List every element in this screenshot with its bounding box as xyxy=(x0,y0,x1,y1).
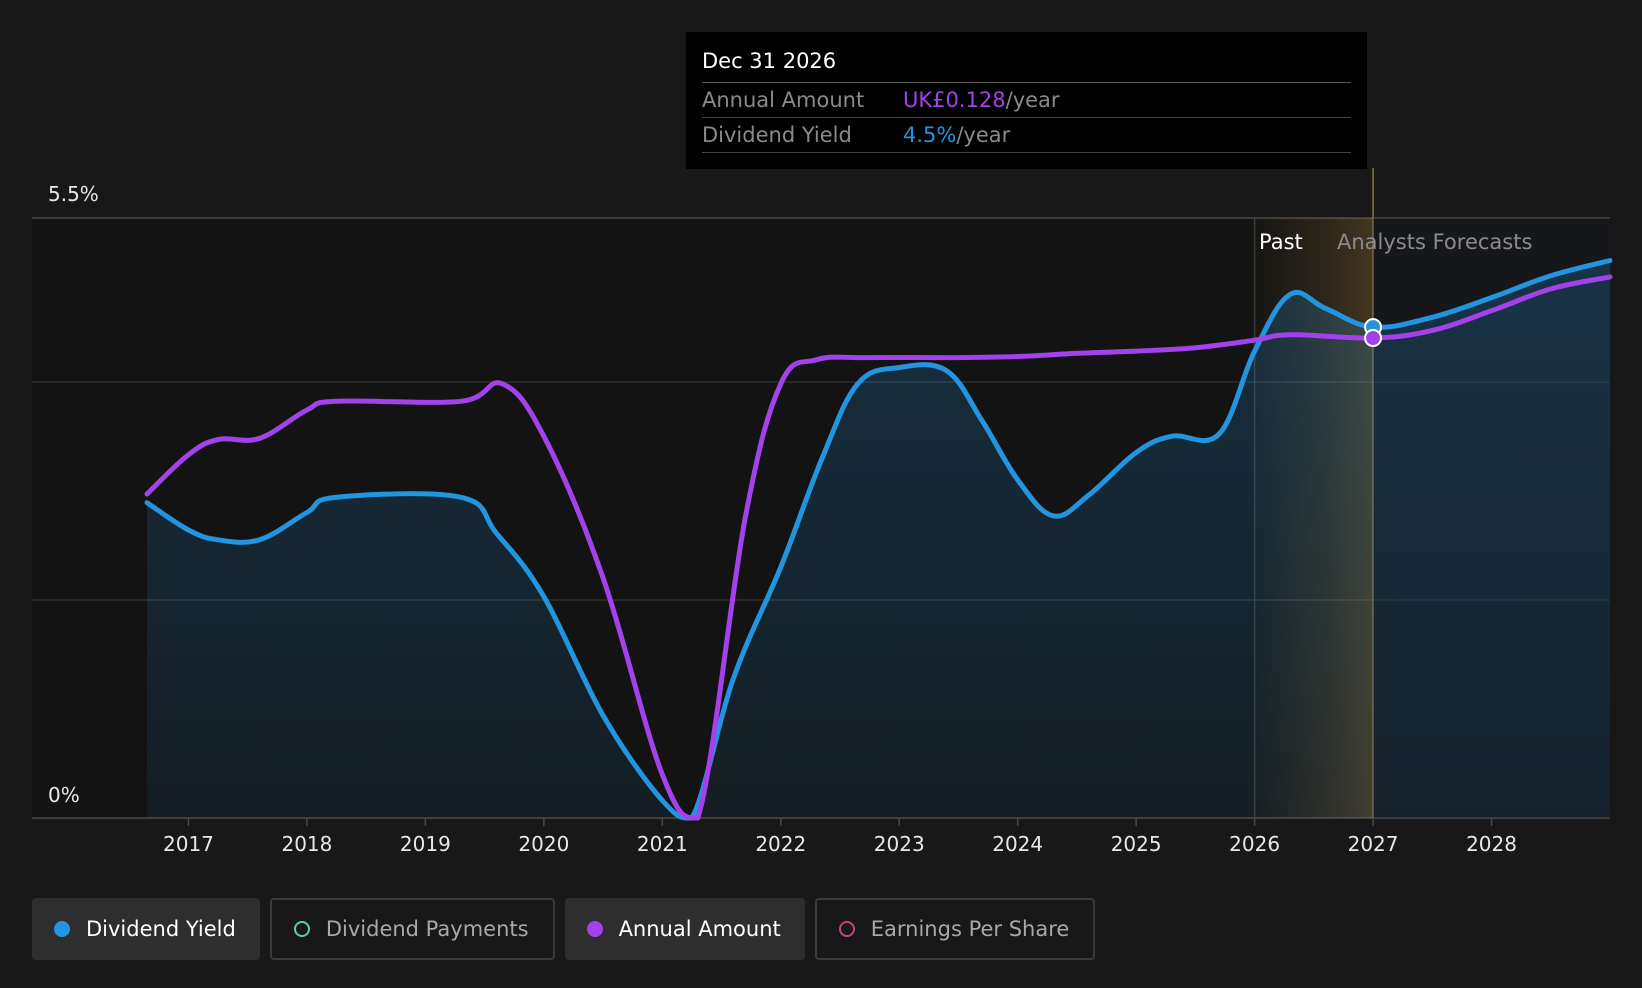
past-region-label: Past xyxy=(1259,230,1303,254)
x-tick-label: 2017 xyxy=(163,832,214,856)
x-tick-label: 2019 xyxy=(400,832,451,856)
legend-ring-icon xyxy=(838,921,855,937)
legend-label: Earnings Per Share xyxy=(870,917,1070,941)
x-tick-label: 2020 xyxy=(518,832,569,856)
legend-dot-icon xyxy=(586,921,603,937)
tooltip-value: UK£0.128 xyxy=(903,88,1006,112)
x-tick-label: 2023 xyxy=(874,832,925,856)
chart-legend: Dividend Yield Dividend Payments Annual … xyxy=(32,898,1096,960)
legend-label: Dividend Payments xyxy=(325,917,529,941)
forecast-region-label: Analysts Forecasts xyxy=(1337,230,1532,254)
tooltip-label: Dividend Yield xyxy=(702,123,852,147)
legend-label: Annual Amount xyxy=(618,917,781,941)
legend-label: Dividend Yield xyxy=(86,917,236,941)
legend-ring-icon xyxy=(293,921,310,937)
legend-item-dividend-yield[interactable]: Dividend Yield xyxy=(32,898,260,960)
tooltip-unit: /year xyxy=(956,123,1011,147)
tooltip-value: 4.5% xyxy=(903,123,957,147)
annual-amount-hover-marker xyxy=(1364,329,1383,347)
legend-item-annual-amount[interactable]: Annual Amount xyxy=(564,898,805,960)
legend-item-dividend-payments[interactable]: Dividend Payments xyxy=(269,898,555,960)
tooltip-label: Annual Amount xyxy=(702,88,865,112)
tooltip-row-annual-amount: Annual Amount UK£0.128 /year xyxy=(702,83,1351,118)
x-tick-label: 2025 xyxy=(1111,832,1162,856)
y-tick-label-top: 5.5% xyxy=(48,182,99,206)
legend-item-earnings-per-share[interactable]: Earnings Per Share xyxy=(814,898,1096,960)
tooltip-unit: /year xyxy=(1005,88,1060,112)
x-tick-label: 2024 xyxy=(992,832,1043,856)
tooltip-date: Dec 31 2026 xyxy=(702,46,1351,83)
x-tick-label: 2027 xyxy=(1348,832,1399,856)
y-tick-label-bottom: 0% xyxy=(48,783,80,807)
tooltip-row-dividend-yield: Dividend Yield 4.5% /year xyxy=(702,118,1351,153)
x-tick-label: 2028 xyxy=(1466,832,1517,856)
x-tick-label: 2026 xyxy=(1229,832,1280,856)
x-tick-label: 2022 xyxy=(755,832,806,856)
hover-tooltip: Dec 31 2026 Annual Amount UK£0.128 /year… xyxy=(686,32,1367,169)
x-tick-label: 2021 xyxy=(637,832,688,856)
legend-dot-icon xyxy=(54,921,70,937)
x-tick-label: 2018 xyxy=(281,832,332,856)
